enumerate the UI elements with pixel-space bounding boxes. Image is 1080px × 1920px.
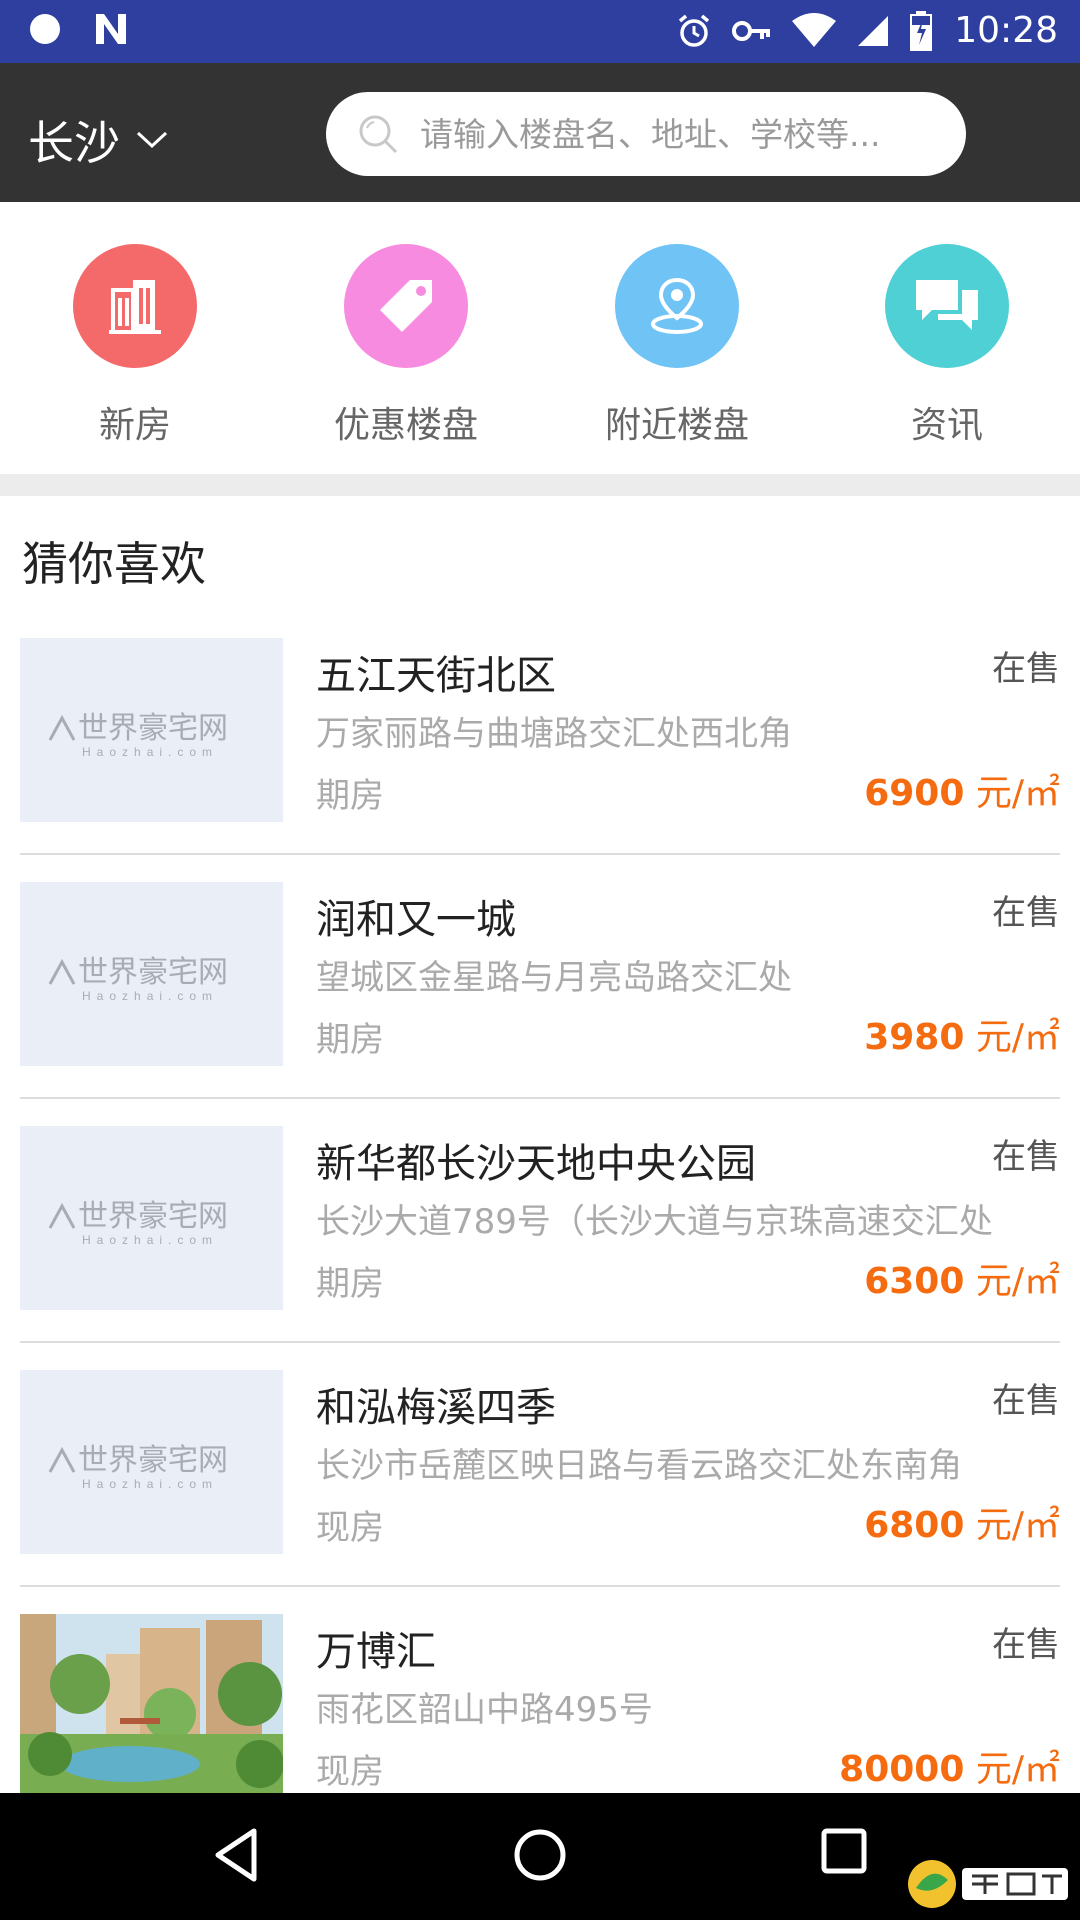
svg-text:Haozhai.com: Haozhai.com [82, 989, 218, 1003]
price-unit: 元/㎡ [975, 1017, 1060, 1058]
listing-price: 6300 元/㎡ [864, 1252, 1060, 1304]
category-new-homes[interactable]: 新房 [35, 244, 235, 448]
system-nav-bar [0, 1793, 1080, 1920]
notification-dot-icon [30, 14, 60, 44]
watermark-badge-icon [908, 1860, 1068, 1908]
svg-text:Haozhai.com: Haozhai.com [82, 745, 218, 759]
key-icon [732, 21, 771, 41]
listing-address: 万家丽路与曲塘路交汇处西北角 [316, 714, 792, 754]
status-bar: 10:28 [0, 0, 1080, 63]
listing-address: 长沙市岳麓区映日路与看云路交汇处东南角 [316, 1446, 962, 1486]
listing-price: 3980 元/㎡ [864, 1008, 1060, 1060]
listing-item[interactable]: 世界豪宅网 Haozhai.com 和泓梅溪四季 在售 长沙市岳麓区映日路与看云… [20, 1370, 1060, 1554]
list-divider [20, 1341, 1060, 1343]
listing-address: 雨花区韶山中路495号 [316, 1690, 653, 1730]
listing-price: 6900 元/㎡ [864, 764, 1060, 816]
list-divider [20, 853, 1060, 855]
section-divider [0, 474, 1080, 496]
signal-icon [858, 16, 889, 46]
watermark-logo: 世界豪宅网 Haozhai.com [48, 956, 228, 1003]
svg-text:世界豪宅网: 世界豪宅网 [78, 1444, 228, 1477]
alarm-icon [679, 14, 710, 47]
watermark-logo: 世界豪宅网 Haozhai.com [48, 1200, 228, 1247]
price-value: 6800 [864, 1505, 965, 1546]
clock-time: 10:28 [954, 10, 1058, 51]
category-nearby[interactable]: 附近楼盘 [577, 244, 777, 448]
listing-name: 五江天街北区 [316, 653, 556, 699]
listing-address: 长沙大道789号（长沙大道与京珠高速交汇处 [316, 1202, 993, 1242]
property-type: 期房 [316, 1020, 384, 1060]
property-type: 现房 [316, 1508, 384, 1548]
search-bar[interactable] [326, 92, 966, 176]
svg-text:Haozhai.com: Haozhai.com [82, 1477, 218, 1491]
location-icon [615, 244, 739, 368]
listing-item[interactable]: 世界豪宅网 Haozhai.com 五江天街北区 在售 万家丽路与曲塘路交汇处西… [20, 638, 1060, 822]
listing-thumbnail: 世界豪宅网 Haozhai.com [20, 882, 283, 1066]
listing-photo [20, 1614, 283, 1798]
status-badge: 在售 [992, 893, 1060, 933]
status-badge: 在售 [992, 1137, 1060, 1177]
svg-text:世界豪宅网: 世界豪宅网 [78, 1200, 228, 1233]
listing-address: 望城区金星路与月亮岛路交汇处 [316, 958, 792, 998]
listing-name: 和泓梅溪四季 [316, 1385, 556, 1431]
battery-icon [910, 11, 933, 51]
status-badge: 在售 [992, 1381, 1060, 1421]
section-title: 猜你喜欢 [22, 537, 206, 591]
listing-item[interactable]: 万博汇 在售 雨花区韶山中路495号 现房 80000 元/㎡ [20, 1614, 1060, 1798]
building-icon [73, 244, 197, 368]
price-unit: 元/㎡ [975, 1749, 1060, 1790]
listing-price: 80000 元/㎡ [839, 1740, 1060, 1792]
listing-name: 润和又一城 [316, 897, 516, 943]
price-value: 6900 [864, 773, 965, 814]
category-label: 优惠楼盘 [333, 405, 478, 446]
status-badge: 在售 [992, 649, 1060, 689]
price-value: 6300 [864, 1261, 965, 1302]
category-label: 附近楼盘 [604, 405, 749, 446]
tag-icon [344, 244, 468, 368]
search-input[interactable] [418, 113, 922, 155]
city-label: 长沙 [28, 116, 120, 170]
svg-text:Haozhai.com: Haozhai.com [82, 1233, 218, 1247]
city-selector[interactable]: 长沙 [28, 107, 168, 173]
chat-icon [885, 244, 1009, 368]
listing-name: 万博汇 [316, 1629, 436, 1675]
price-unit: 元/㎡ [975, 1505, 1060, 1546]
svg-text:世界豪宅网: 世界豪宅网 [78, 956, 228, 989]
category-grid: 新房 优惠楼盘 附近楼盘 资讯 [0, 202, 1080, 474]
price-value: 80000 [839, 1749, 965, 1790]
n-logo-icon [96, 14, 126, 44]
listing-item[interactable]: 世界豪宅网 Haozhai.com 润和又一城 在售 望城区金星路与月亮岛路交汇… [20, 882, 1060, 1066]
recents-icon[interactable] [820, 1827, 868, 1875]
property-photo-image [20, 1614, 283, 1798]
svg-text:世界豪宅网: 世界豪宅网 [78, 712, 228, 745]
property-type: 期房 [316, 776, 384, 816]
price-value: 3980 [864, 1017, 965, 1058]
listing-name: 新华都长沙天地中央公园 [316, 1141, 756, 1187]
category-label: 资讯 [910, 405, 983, 446]
price-unit: 元/㎡ [975, 1261, 1060, 1302]
listing-thumbnail: 世界豪宅网 Haozhai.com [20, 638, 283, 822]
category-discounted[interactable]: 优惠楼盘 [306, 244, 506, 448]
listing-item[interactable]: 世界豪宅网 Haozhai.com 新华都长沙天地中央公园 在售 长沙大道789… [20, 1126, 1060, 1310]
listing-price: 6800 元/㎡ [864, 1496, 1060, 1548]
listing-thumbnail: 世界豪宅网 Haozhai.com [20, 1126, 283, 1310]
wifi-icon [792, 13, 837, 47]
price-unit: 元/㎡ [975, 773, 1060, 814]
list-divider [20, 1585, 1060, 1587]
chevron-down-icon [136, 131, 168, 149]
list-divider [20, 1097, 1060, 1099]
watermark-logo: 世界豪宅网 Haozhai.com [48, 712, 228, 759]
property-type: 现房 [316, 1752, 384, 1792]
back-icon[interactable] [212, 1827, 260, 1883]
app-header: 长沙 [0, 63, 1080, 202]
watermark-logo: 世界豪宅网 Haozhai.com [48, 1444, 228, 1491]
search-icon [359, 115, 398, 154]
status-badge: 在售 [992, 1625, 1060, 1665]
listing-thumbnail: 世界豪宅网 Haozhai.com [20, 1370, 283, 1554]
category-news[interactable]: 资讯 [847, 244, 1047, 448]
home-icon[interactable] [512, 1827, 568, 1883]
property-type: 期房 [316, 1264, 384, 1304]
category-label: 新房 [98, 405, 171, 446]
